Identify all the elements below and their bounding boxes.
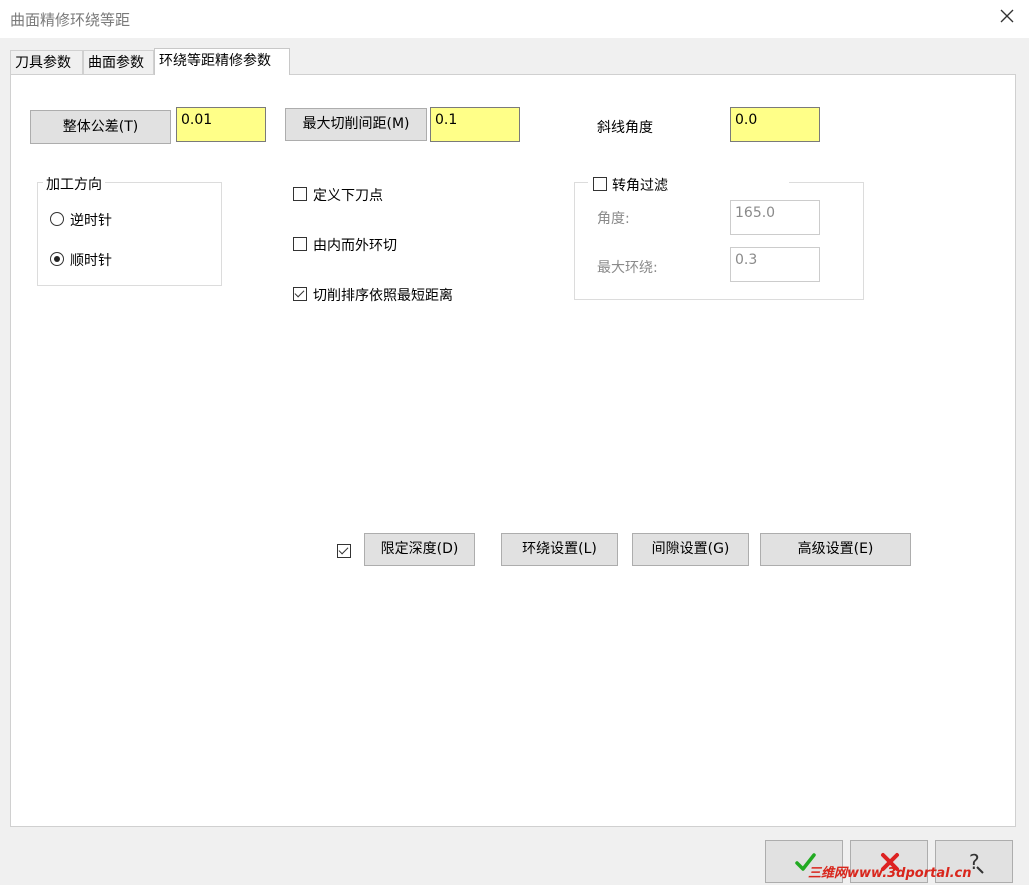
close-icon[interactable]: [999, 8, 1015, 24]
depth-limit-checkbox[interactable]: [337, 544, 351, 558]
corner-filter-group: [574, 182, 864, 300]
corner-filter-label: 转角过滤: [612, 178, 668, 194]
ramp-angle-input[interactable]: 0.0: [730, 107, 820, 142]
direction-group: [37, 182, 222, 286]
tab-tool-params[interactable]: 刀具参数: [10, 50, 83, 74]
inside-out-label: 由内而外环切: [313, 238, 397, 254]
watermark-text: 三维网www.3dportal.cn: [808, 866, 972, 881]
clockwise-radio[interactable]: [50, 252, 64, 266]
window-title: 曲面精修环绕等距: [10, 11, 131, 29]
corner-angle-input[interactable]: 165.0: [730, 200, 820, 235]
tolerance-button[interactable]: 整体公差(T): [30, 110, 171, 144]
corner-filter-checkbox[interactable]: [593, 177, 607, 191]
shortest-distance-label: 切削排序依照最短距离: [313, 288, 453, 304]
gap-settings-button[interactable]: 间隙设置(G): [632, 533, 749, 566]
depth-limit-button[interactable]: 限定深度(D): [364, 533, 475, 566]
tolerance-input[interactable]: 0.01: [176, 107, 266, 142]
inside-out-checkbox[interactable]: [293, 237, 307, 251]
counterclockwise-label: 逆时针: [70, 213, 112, 229]
max-stepover-input[interactable]: 0.1: [430, 107, 520, 142]
tab-scallop-finish-params[interactable]: 环绕等距精修参数: [154, 48, 290, 75]
tab-surface-params[interactable]: 曲面参数: [83, 50, 154, 74]
loop-settings-button[interactable]: 环绕设置(L): [501, 533, 618, 566]
max-stepover-button[interactable]: 最大切削间距(M): [285, 108, 427, 141]
title-bar: 曲面精修环绕等距: [0, 0, 1029, 38]
counterclockwise-radio[interactable]: [50, 212, 64, 226]
ramp-angle-label: 斜线角度: [597, 120, 653, 136]
direction-group-title: 加工方向: [43, 174, 105, 194]
define-entry-point-checkbox[interactable]: [293, 187, 307, 201]
define-entry-point-label: 定义下刀点: [313, 188, 383, 204]
max-loop-label: 最大环绕:: [597, 260, 658, 276]
corner-angle-label: 角度:: [597, 211, 630, 227]
max-loop-input[interactable]: 0.3: [730, 247, 820, 282]
advanced-settings-button[interactable]: 高级设置(E): [760, 533, 911, 566]
clockwise-label: 顺时针: [70, 253, 112, 269]
shortest-distance-checkbox[interactable]: [293, 287, 307, 301]
